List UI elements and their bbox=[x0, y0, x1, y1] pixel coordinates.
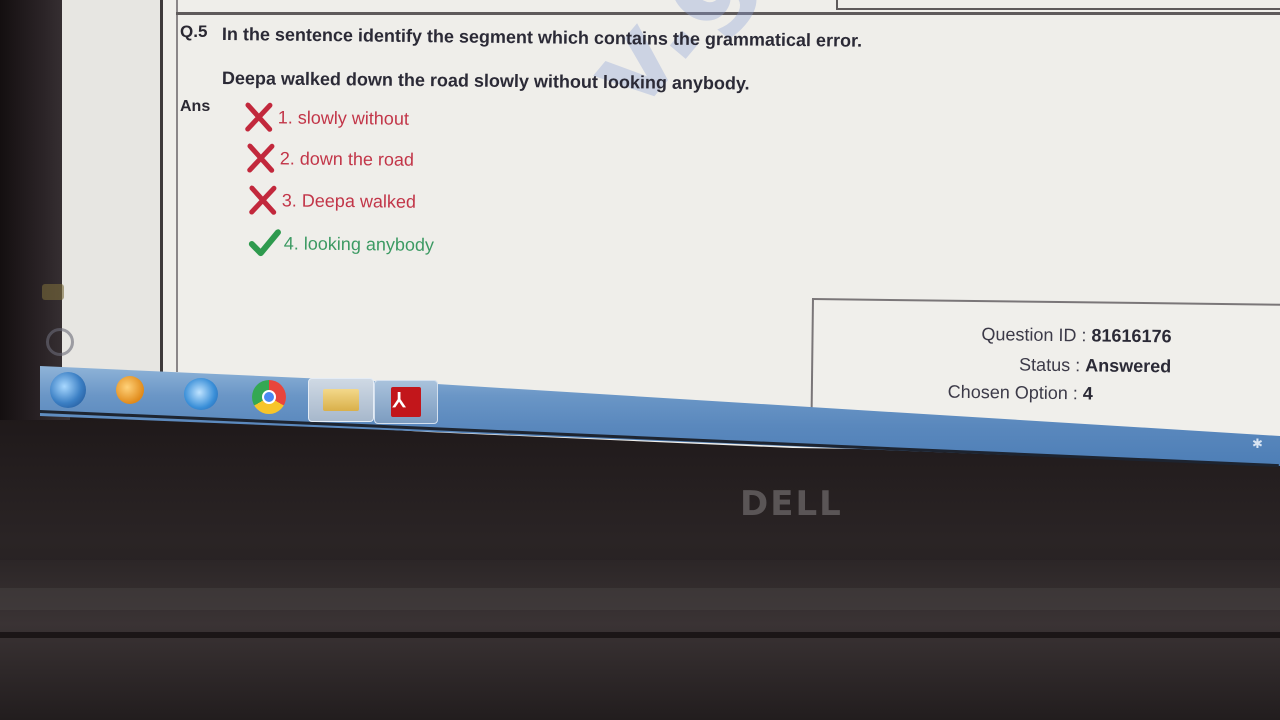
option-label: 2. down the road bbox=[279, 147, 415, 170]
keyboard-gap bbox=[0, 632, 1280, 638]
left-panel-strip bbox=[62, 0, 160, 380]
media-player-icon[interactable] bbox=[116, 376, 144, 404]
keyboard-strip bbox=[0, 588, 1280, 610]
chrome-icon[interactable] bbox=[252, 380, 286, 414]
answer-label: Ans bbox=[180, 98, 211, 115]
status-row: Status : Answered bbox=[1019, 355, 1171, 378]
header-box bbox=[836, 0, 1280, 10]
clip-icon[interactable] bbox=[46, 328, 74, 356]
cross-icon bbox=[249, 185, 277, 215]
option-label: 1. slowly without bbox=[277, 106, 410, 129]
cross-icon bbox=[247, 143, 275, 173]
cross-icon bbox=[245, 102, 273, 132]
question-number: Q.5 bbox=[180, 22, 208, 41]
acrobat-icon[interactable] bbox=[374, 380, 438, 424]
option-1[interactable]: 1. slowly without bbox=[242, 102, 409, 134]
option-2[interactable]: 2. down the road bbox=[244, 143, 414, 175]
bezel-left-edge bbox=[0, 0, 70, 420]
folder-icon[interactable] bbox=[42, 284, 64, 300]
chosen-option-label: Chosen Option : bbox=[947, 381, 1078, 404]
dell-logo: DELL bbox=[740, 484, 843, 524]
option-3[interactable]: 3. Deepa walked bbox=[246, 185, 416, 217]
status-label: Status : bbox=[1019, 354, 1081, 376]
question-id-label: Question ID : bbox=[981, 324, 1087, 346]
chosen-option-row: Chosen Option : 4 bbox=[948, 382, 1093, 405]
laptop-keyboard-edge bbox=[0, 560, 1280, 720]
option-4[interactable]: 4. looking anybody bbox=[248, 228, 434, 260]
question-id-value: 81616176 bbox=[1091, 325, 1172, 347]
start-orb-icon[interactable] bbox=[50, 372, 86, 408]
bluetooth-icon[interactable]: ✱ bbox=[1252, 436, 1263, 452]
file-explorer-icon[interactable] bbox=[308, 378, 374, 422]
question-id-row: Question ID : 81616176 bbox=[981, 324, 1171, 347]
content-border-left bbox=[176, 0, 178, 372]
status-value: Answered bbox=[1085, 355, 1172, 377]
left-divider bbox=[160, 0, 163, 374]
check-icon bbox=[248, 229, 281, 257]
acrobat-glyph: ⅄ bbox=[393, 390, 406, 412]
chosen-option-value: 4 bbox=[1082, 383, 1093, 404]
option-label: 3. Deepa walked bbox=[281, 189, 417, 212]
option-label: 4. looking anybody bbox=[283, 232, 435, 255]
internet-explorer-icon[interactable] bbox=[184, 378, 218, 410]
